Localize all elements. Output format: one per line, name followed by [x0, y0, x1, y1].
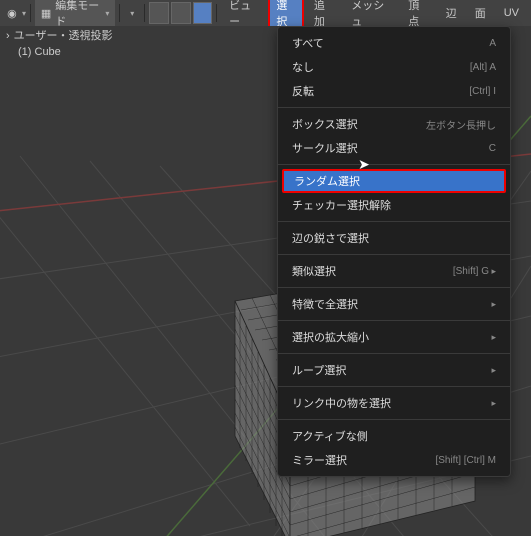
menu-item-none[interactable]: なし[Alt] A: [278, 55, 510, 79]
menu-uv[interactable]: UV: [496, 3, 527, 23]
submenu-arrow-icon: ▸: [491, 299, 496, 310]
chevron-down-icon: ▾: [105, 9, 109, 18]
menu-item-active-side[interactable]: アクティブな側: [278, 424, 510, 448]
chevron-down-icon[interactable]: ▾: [22, 9, 26, 18]
select-menu-dropdown: すべてA なし[Alt] A 反転[Ctrl] I ボックス選択左ボタン長押し …: [277, 26, 511, 477]
menu-item-linked[interactable]: リンク中の物を選択▸: [278, 391, 510, 415]
vertex-select-mode[interactable]: [149, 2, 169, 24]
menu-item-random-select[interactable]: ランダム選択: [282, 169, 506, 193]
editor-type-icon[interactable]: ◉: [4, 4, 20, 22]
menu-item-checker-deselect[interactable]: チェッカー選択解除: [278, 193, 510, 217]
menu-item-sharp-edges[interactable]: 辺の鋭さで選択: [278, 226, 510, 250]
submenu-arrow-icon: ▸: [491, 365, 496, 376]
menu-face[interactable]: 面: [467, 1, 494, 25]
menu-item-circle-select[interactable]: サークル選択C: [278, 136, 510, 160]
menu-item-all[interactable]: すべてA: [278, 31, 510, 55]
menu-item-more-less[interactable]: 選択の拡大縮小▸: [278, 325, 510, 349]
dropdown-icon[interactable]: ▾: [124, 4, 140, 22]
menu-item-loop[interactable]: ループ選択▸: [278, 358, 510, 382]
submenu-arrow-icon: ▸: [491, 398, 496, 409]
submenu-arrow-icon: ▸: [491, 332, 496, 343]
header-toolbar: ◉ ▾ ▦ 編集モード ▾ ▾ ビュー 選択 追加 メッシュ 頂点 辺 面 UV: [0, 0, 531, 27]
menu-item-similar[interactable]: 類似選択[Shift] G ▸: [278, 259, 510, 283]
menu-item-invert[interactable]: 反転[Ctrl] I: [278, 79, 510, 103]
menu-item-box-select[interactable]: ボックス選択左ボタン長押し: [278, 112, 510, 136]
mode-label: 編集モード: [55, 0, 101, 29]
menu-edge[interactable]: 辺: [438, 1, 465, 25]
edge-select-mode[interactable]: [171, 2, 191, 24]
menu-item-all-by-trait[interactable]: 特徴で全選択▸: [278, 292, 510, 316]
menu-item-mirror[interactable]: ミラー選択[Shift] [Ctrl] M: [278, 448, 510, 472]
submenu-arrow-icon: ▸: [489, 266, 496, 276]
edit-mode-icon: ▦: [41, 7, 51, 20]
face-select-mode[interactable]: [193, 2, 213, 24]
